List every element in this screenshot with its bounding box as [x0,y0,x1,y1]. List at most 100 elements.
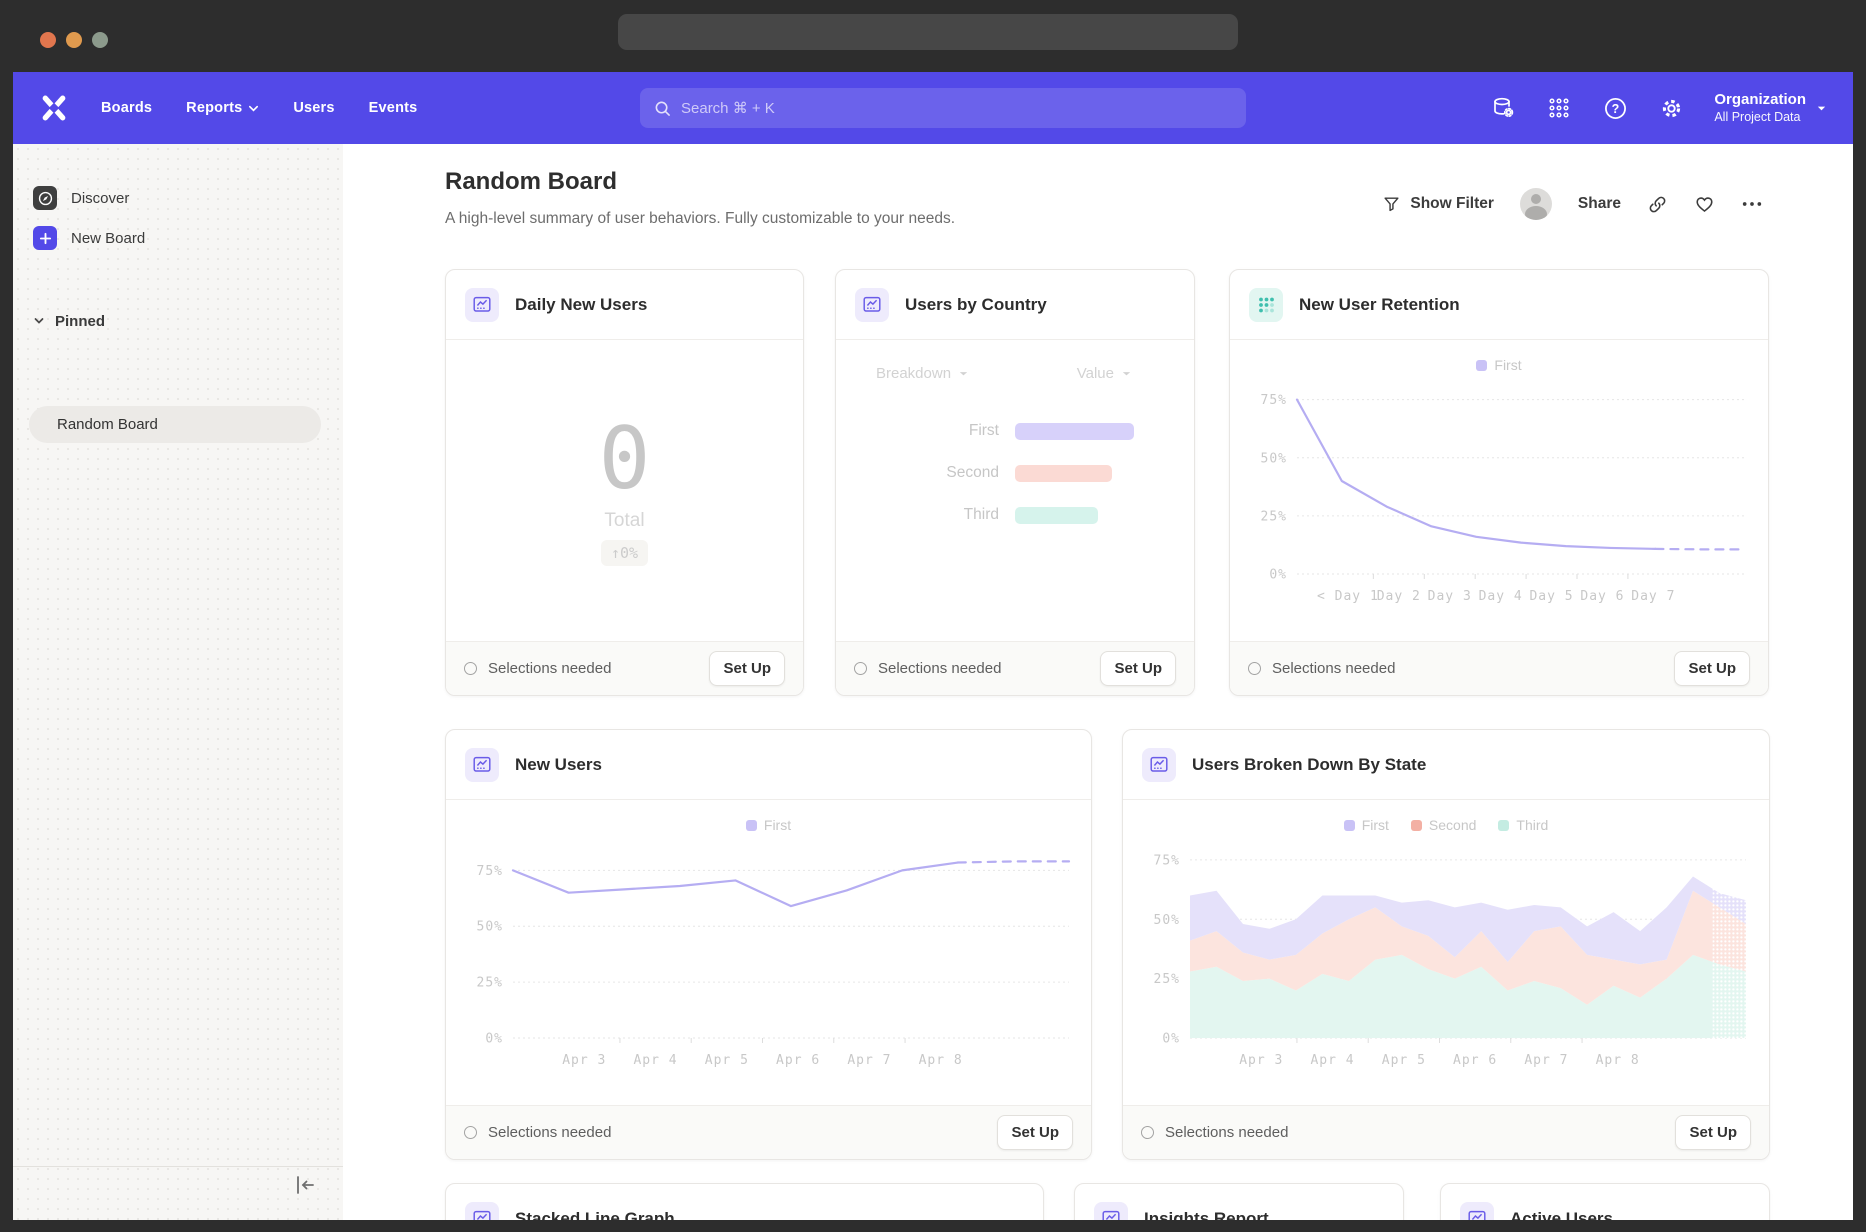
set-up-button[interactable]: Set Up [1675,1115,1751,1150]
global-search[interactable] [640,88,1246,128]
svg-text:Day 7: Day 7 [1631,589,1675,604]
org-project: All Project Data [1714,110,1806,126]
show-filter-button[interactable]: Show Filter [1382,195,1494,214]
nav-item-reports[interactable]: Reports [186,100,259,116]
svg-text:Apr 4: Apr 4 [633,1053,677,1068]
data-management-icon[interactable] [1490,95,1516,121]
nav-links: Boards Reports Users Events [101,100,417,116]
more-options-button[interactable] [1741,200,1763,208]
metric-value: 0 [599,416,651,502]
chevron-down-icon [248,103,259,114]
svg-text:75%: 75% [476,864,502,879]
svg-text:Apr 3: Apr 3 [562,1053,606,1068]
sidebar: Discover New Board Pinned Random Board [13,144,343,1220]
svg-text:Day 5: Day 5 [1529,589,1573,604]
apps-grid-icon[interactable] [1546,95,1572,121]
mixpanel-logo-icon[interactable] [41,95,67,121]
card-title: Active Users [1510,1209,1613,1220]
traffic-light-zoom[interactable] [92,32,108,48]
svg-text:Apr 8: Apr 8 [1596,1053,1640,1068]
status-text: Selections needed [878,660,1001,677]
svg-text:50%: 50% [1154,913,1180,928]
share-button[interactable]: Share [1578,195,1621,213]
svg-text:Apr 3: Apr 3 [1239,1053,1283,1068]
set-up-button[interactable]: Set Up [1100,651,1176,686]
svg-text:Apr 6: Apr 6 [776,1053,820,1068]
collapse-sidebar-icon[interactable] [293,1174,321,1198]
top-navbar: Boards Reports Users Events [13,72,1853,144]
svg-text:25%: 25% [476,976,502,991]
traffic-light-minimize[interactable] [66,32,82,48]
chevron-down-icon [1816,103,1827,114]
country-row-label: First [836,422,999,440]
svg-text:< Day 1: < Day 1 [1317,589,1379,604]
svg-text:25%: 25% [1261,509,1287,524]
help-icon[interactable]: ? [1602,95,1628,121]
app-body: Discover New Board Pinned Random Board [13,144,1853,1220]
line-chart-icon [1460,1202,1494,1220]
country-row-label: Third [836,506,999,524]
status-circle-icon [1141,1126,1154,1139]
svg-text:Day 6: Day 6 [1580,589,1624,604]
card-title: Users Broken Down By State [1192,755,1426,775]
breakdown-dropdown[interactable]: Breakdown [876,365,969,382]
stacked-area-chart: 0%25%50%75%Apr 3Apr 4Apr 5Apr 6Apr 7Apr … [1132,836,1760,1080]
value-dropdown[interactable]: Value [1077,365,1132,382]
svg-text:Day 2: Day 2 [1377,589,1421,604]
svg-text:Day 3: Day 3 [1428,589,1472,604]
card-users-by-state: Users Broken Down By State FirstSecondTh… [1122,729,1770,1160]
chart-legend: FirstSecondThird [1344,814,1549,836]
sidebar-item-random-board[interactable]: Random Board [29,406,321,443]
copy-link-button[interactable] [1647,194,1668,215]
card-stacked-line-graph: Stacked Line Graph [445,1183,1044,1220]
nav-item-events[interactable]: Events [369,100,418,116]
status-text: Selections needed [488,660,611,677]
nav-item-users[interactable]: Users [293,100,334,116]
org-switcher[interactable]: Organization All Project Data [1714,91,1827,125]
svg-text:Day 4: Day 4 [1479,589,1523,604]
line-chart-icon [465,1202,499,1220]
card-daily-new-users: Daily New Users 0 Total ↑0% Selections n… [445,269,804,696]
card-new-users: New Users First 0%25%50%75%Apr 3Apr 4Apr… [445,729,1092,1160]
set-up-button[interactable]: Set Up [1674,651,1750,686]
board-description: A high-level summary of user behaviors. … [445,210,955,228]
avatar[interactable] [1520,188,1552,220]
retention-grid-icon [1249,288,1283,322]
chevron-down-icon [958,368,969,379]
svg-text:Apr 7: Apr 7 [1524,1053,1568,1068]
status-circle-icon [1248,662,1261,675]
svg-text:Apr 4: Apr 4 [1310,1053,1354,1068]
sidebar-section-pinned[interactable]: Pinned [33,304,323,338]
card-title: New User Retention [1299,295,1460,315]
status-circle-icon [854,662,867,675]
screen: Boards Reports Users Events [0,0,1866,1232]
compass-icon [33,186,57,210]
card-title: Daily New Users [515,295,647,315]
svg-text:?: ? [1612,101,1620,115]
sidebar-item-discover[interactable]: Discover [33,178,323,218]
set-up-button[interactable]: Set Up [709,651,785,686]
page-title: Random Board [445,168,617,196]
svg-text:Apr 5: Apr 5 [704,1053,748,1068]
legend-item: First [1344,817,1389,833]
address-bar[interactable] [618,14,1238,50]
favorite-button[interactable] [1694,194,1715,215]
nav-item-boards[interactable]: Boards [101,100,152,116]
line-chart-icon [1094,1202,1128,1220]
card-users-by-country: Users by Country Breakdown Value FirstSe… [835,269,1195,696]
org-name: Organization [1714,91,1806,110]
settings-gear-icon[interactable] [1658,95,1684,121]
set-up-button[interactable]: Set Up [997,1115,1073,1150]
retention-line-chart: 0%25%50%75%< Day 1Day 2Day 3Day 4Day 5Da… [1239,376,1759,616]
chart-legend: First [1476,354,1521,376]
traffic-light-close[interactable] [40,32,56,48]
line-chart-icon [465,748,499,782]
legend-item: First [1476,357,1521,373]
app-window: Boards Reports Users Events [13,72,1853,1220]
new-board-label: New Board [71,230,145,247]
svg-text:25%: 25% [1154,972,1180,987]
sidebar-item-new-board[interactable]: New Board [33,218,323,258]
metric-label: Total [604,510,644,532]
svg-text:50%: 50% [1261,451,1287,466]
search-input[interactable] [681,100,1232,117]
